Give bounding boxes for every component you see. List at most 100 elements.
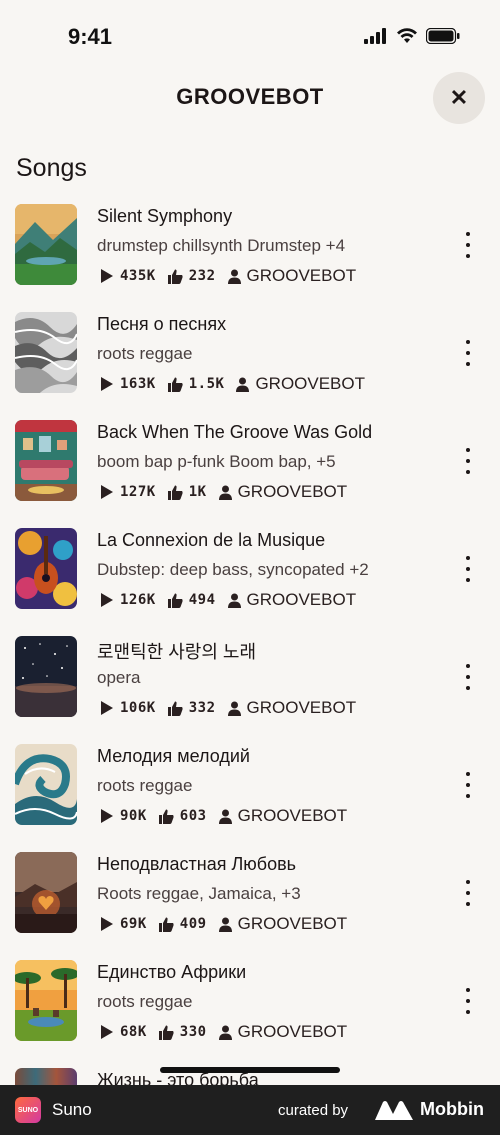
like-count: 1.5K (188, 376, 225, 392)
user-icon (227, 269, 241, 284)
song-row[interactable]: La Connexion de la Musique Dubstep: deep… (0, 524, 500, 632)
more-options-button[interactable] (458, 556, 478, 582)
song-stats: 90K 603 GROOVEBOT (100, 806, 347, 826)
author-link[interactable]: GROOVEBOT (247, 698, 357, 718)
song-tags: roots reggae (97, 776, 193, 795)
song-title: Silent Symphony (97, 206, 233, 226)
song-title: La Connexion de la Musique (97, 530, 326, 550)
song-row[interactable]: Back When The Groove Was Gold boom bap p… (0, 416, 500, 524)
thumbs-up-icon (158, 917, 174, 932)
song-tags: Roots reggae, Jamaica, +3 (97, 884, 301, 903)
more-options-button[interactable] (458, 664, 478, 690)
song-list: Silent Symphony drumstep chillsynth Drum… (0, 200, 500, 1064)
like-count: 603 (179, 808, 207, 824)
thumbs-up-icon (167, 593, 183, 608)
like-count: 494 (188, 592, 216, 608)
song-title: 로맨틱한 사랑의 노래 (97, 642, 257, 662)
song-cover-image (15, 204, 77, 285)
more-options-button[interactable] (458, 448, 478, 474)
play-icon (101, 917, 113, 931)
song-cover-image (15, 636, 77, 717)
author-link[interactable]: GROOVEBOT (247, 266, 357, 286)
app-icon: SUNO (15, 1097, 41, 1123)
song-stats: 127K 1K GROOVEBOT (100, 482, 347, 502)
song-row[interactable]: Неподвластная Любовь Roots reggae, Jamai… (0, 848, 500, 956)
song-cover-image (15, 312, 77, 393)
more-options-button[interactable] (458, 880, 478, 906)
more-options-button[interactable] (458, 232, 478, 258)
header: GROOVEBOT ✕ (0, 70, 500, 126)
author-link[interactable]: GROOVEBOT (238, 806, 348, 826)
play-icon (101, 593, 113, 607)
play-icon (101, 701, 113, 715)
thumbs-up-icon (158, 1025, 174, 1040)
like-count: 232 (188, 268, 216, 284)
play-count: 90K (120, 808, 147, 824)
song-tags: boom bap p-funk Boom bap, +5 (97, 452, 336, 471)
author-link[interactable]: GROOVEBOT (255, 374, 365, 394)
signal-icon (364, 28, 386, 44)
song-row[interactable]: Единство Африки roots reggae 68K 330 GRO… (0, 956, 500, 1064)
song-row[interactable]: Мелодия мелодий roots reggae 90K 603 GRO… (0, 740, 500, 848)
user-icon (218, 1025, 232, 1040)
play-icon (101, 1025, 113, 1039)
app-name: Suno (52, 1100, 92, 1119)
status-time: 9:41 (68, 24, 113, 49)
play-count: 163K (120, 376, 156, 392)
thumbs-up-icon (167, 485, 183, 500)
author-link[interactable]: GROOVEBOT (238, 1022, 348, 1042)
more-options-button[interactable] (458, 988, 478, 1014)
like-count: 330 (179, 1024, 207, 1040)
song-tags: Dubstep: deep bass, syncopated +2 (97, 560, 369, 579)
status-bar: 9:41 (0, 0, 500, 70)
song-tags: roots reggae (97, 344, 193, 363)
author-link[interactable]: GROOVEBOT (238, 482, 348, 502)
thumbs-up-icon (167, 701, 183, 716)
song-stats: 126K 494 GROOVEBOT (100, 590, 356, 610)
song-title: Back When The Groove Was Gold (97, 422, 373, 442)
song-row[interactable]: Silent Symphony drumstep chillsynth Drum… (0, 200, 500, 308)
song-row[interactable]: 로맨틱한 사랑의 노래 opera 106K 332 GROOVEBOT (0, 632, 500, 740)
song-tags: opera (97, 668, 141, 687)
battery-icon (426, 28, 460, 44)
song-cover-image (15, 420, 77, 501)
home-indicator[interactable] (160, 1067, 340, 1073)
song-row[interactable]: Песня о песнях roots reggae 163K 1.5K GR… (0, 308, 500, 416)
user-icon (218, 809, 232, 824)
section-title: Songs (16, 154, 87, 182)
close-icon: ✕ (449, 85, 469, 110)
song-tags: drumstep chillsynth Drumstep +4 (97, 236, 346, 255)
play-icon (101, 809, 113, 823)
play-count: 126K (120, 592, 156, 608)
mobbin-logo-icon (375, 1101, 413, 1120)
song-stats: 163K 1.5K GROOVEBOT (100, 374, 365, 394)
song-cover-image (15, 528, 77, 609)
song-stats: 106K 332 GROOVEBOT (100, 698, 356, 718)
play-count: 68K (120, 1024, 147, 1040)
play-icon (101, 485, 113, 499)
user-icon (218, 485, 232, 500)
play-count: 69K (120, 916, 147, 932)
close-button[interactable]: ✕ (433, 72, 485, 124)
author-link[interactable]: GROOVEBOT (238, 914, 348, 934)
like-count: 332 (188, 700, 216, 716)
author-link[interactable]: GROOVEBOT (247, 590, 357, 610)
curated-by-label: curated by (278, 1102, 349, 1119)
status-icons (364, 28, 460, 44)
song-cover-image (15, 744, 77, 825)
play-count: 106K (120, 700, 156, 716)
play-icon (101, 377, 113, 391)
song-stats: 435K 232 GROOVEBOT (100, 266, 356, 286)
page-title: GROOVEBOT (176, 84, 324, 109)
user-icon (227, 593, 241, 608)
song-tags: roots reggae (97, 992, 193, 1011)
more-options-button[interactable] (458, 772, 478, 798)
song-stats: 69K 409 GROOVEBOT (100, 914, 347, 934)
song-title: Неподвластная Любовь (97, 854, 297, 874)
thumbs-up-icon (158, 809, 174, 824)
footer-bar: SUNO Suno curated by Mobbin (0, 1085, 500, 1135)
song-title: Единство Африки (97, 962, 247, 982)
song-cover-image (15, 960, 77, 1041)
like-count: 409 (179, 916, 207, 932)
more-options-button[interactable] (458, 340, 478, 366)
